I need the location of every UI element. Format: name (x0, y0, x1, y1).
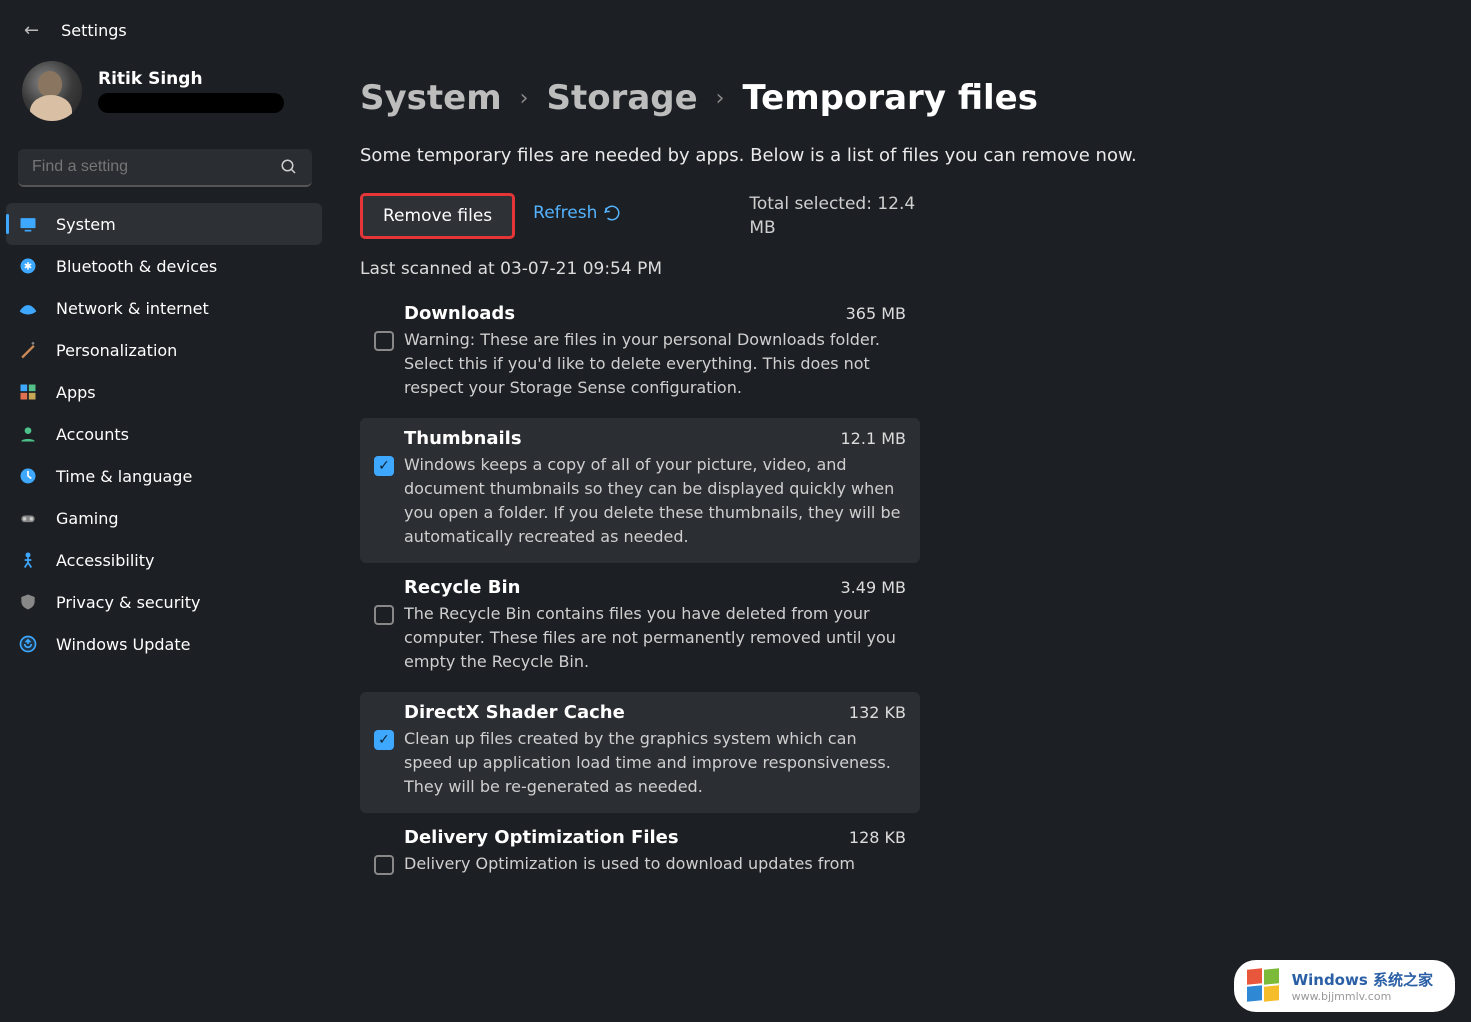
sidebar-item-label: Network & internet (56, 299, 209, 318)
file-description: Clean up files created by the graphics s… (404, 727, 906, 799)
file-name: Thumbnails (404, 428, 522, 449)
refresh-icon (603, 204, 621, 222)
file-size: 132 KB (849, 703, 906, 722)
file-name: Recycle Bin (404, 577, 521, 598)
chevron-right-icon: › (520, 86, 529, 111)
sidebar-item-label: Accessibility (56, 551, 154, 570)
sidebar-item-personalization[interactable]: Personalization (6, 329, 322, 371)
sidebar-item-label: Personalization (56, 341, 177, 360)
sidebar-item-bluetooth-devices[interactable]: ✱ Bluetooth & devices (6, 245, 322, 287)
file-size: 365 MB (846, 304, 906, 323)
file-size: 12.1 MB (841, 429, 907, 448)
file-description: The Recycle Bin contains files you have … (404, 602, 906, 674)
watermark-line2: www.bjjmmlv.com (1292, 990, 1433, 1003)
windows-logo-icon (1246, 968, 1282, 1004)
accounts-icon (18, 424, 38, 444)
refresh-button[interactable]: Refresh (533, 193, 621, 223)
file-item[interactable]: Downloads 365 MB Warning: These are file… (360, 293, 920, 414)
sidebar-item-privacy-security[interactable]: Privacy & security (6, 581, 322, 623)
user-email-redacted (98, 93, 284, 113)
file-description: Delivery Optimization is used to downloa… (404, 852, 906, 876)
sidebar-item-windows-update[interactable]: Windows Update (6, 623, 322, 665)
file-size: 3.49 MB (841, 578, 907, 597)
file-description: Windows keeps a copy of all of your pict… (404, 453, 906, 549)
network-internet-icon (18, 298, 38, 318)
accessibility-icon (18, 550, 38, 570)
bluetooth-devices-icon: ✱ (18, 256, 38, 276)
page-title: Temporary files (742, 78, 1038, 118)
file-name: Downloads (404, 303, 515, 324)
system-icon (18, 214, 38, 234)
back-icon[interactable]: ← (24, 20, 39, 41)
breadcrumb-system[interactable]: System (360, 78, 502, 118)
avatar (22, 61, 82, 121)
file-item[interactable]: ✓ Thumbnails 12.1 MB Windows keeps a cop… (360, 418, 920, 563)
search-icon (280, 158, 298, 176)
sidebar-item-time-language[interactable]: Time & language (6, 455, 322, 497)
user-name: Ritik Singh (98, 69, 284, 89)
remove-files-button[interactable]: Remove files (360, 193, 515, 239)
app-title: Settings (61, 21, 127, 40)
sidebar-item-label: Windows Update (56, 635, 190, 654)
sidebar-item-label: Apps (56, 383, 96, 402)
refresh-label: Refresh (533, 203, 597, 223)
page-description: Some temporary files are needed by apps.… (360, 142, 1220, 169)
time-language-icon (18, 466, 38, 486)
privacy-security-icon (18, 592, 38, 612)
sidebar-item-label: System (56, 215, 116, 234)
total-selected: Total selected: 12.4 MB (749, 193, 929, 241)
file-checkbox[interactable]: ✓ (374, 730, 394, 750)
sidebar-item-accounts[interactable]: Accounts (6, 413, 322, 455)
file-checkbox[interactable] (374, 605, 394, 625)
personalization-icon (18, 340, 38, 360)
apps-icon (18, 382, 38, 402)
file-name: Delivery Optimization Files (404, 827, 679, 848)
breadcrumb-storage[interactable]: Storage (546, 78, 697, 118)
gaming-icon (18, 508, 38, 528)
file-size: 128 KB (849, 828, 906, 847)
sidebar-item-network-internet[interactable]: Network & internet (6, 287, 322, 329)
file-checkbox[interactable] (374, 855, 394, 875)
sidebar-item-accessibility[interactable]: Accessibility (6, 539, 322, 581)
sidebar-item-gaming[interactable]: Gaming (6, 497, 322, 539)
last-scanned: Last scanned at 03-07-21 09:54 PM (360, 259, 1260, 279)
search-input-wrap[interactable] (18, 149, 312, 187)
sidebar-item-apps[interactable]: Apps (6, 371, 322, 413)
sidebar-item-label: Gaming (56, 509, 119, 528)
chevron-right-icon: › (716, 86, 725, 111)
breadcrumb: System › Storage › Temporary files (360, 78, 1260, 118)
file-item[interactable]: ✓ DirectX Shader Cache 132 KB Clean up f… (360, 692, 920, 813)
file-checkbox[interactable]: ✓ (374, 456, 394, 476)
file-description: Warning: These are files in your persona… (404, 328, 906, 400)
file-item[interactable]: Delivery Optimization Files 128 KB Deliv… (360, 817, 920, 890)
file-checkbox[interactable] (374, 331, 394, 351)
user-block[interactable]: Ritik Singh (0, 51, 330, 137)
svg-text:✱: ✱ (24, 261, 32, 272)
sidebar-item-label: Bluetooth & devices (56, 257, 217, 276)
file-item[interactable]: Recycle Bin 3.49 MB The Recycle Bin cont… (360, 567, 920, 688)
sidebar-item-label: Accounts (56, 425, 129, 444)
sidebar-item-label: Time & language (56, 467, 192, 486)
search-input[interactable] (32, 158, 245, 176)
sidebar-item-system[interactable]: System (6, 203, 322, 245)
watermark: Windows 系统之家 www.bjjmmlv.com (1234, 960, 1455, 1012)
watermark-line1: Windows 系统之家 (1292, 969, 1433, 990)
windows-update-icon (18, 634, 38, 654)
file-name: DirectX Shader Cache (404, 702, 625, 723)
sidebar-item-label: Privacy & security (56, 593, 200, 612)
